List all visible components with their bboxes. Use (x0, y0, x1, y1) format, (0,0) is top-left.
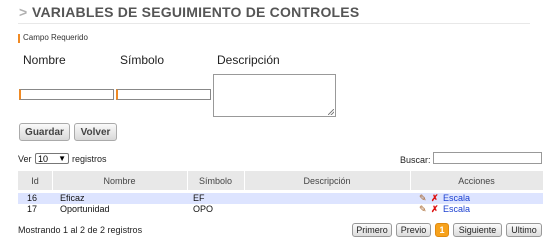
page-size-suffix: registros (72, 154, 107, 164)
required-note: Campo Requerido (23, 33, 88, 42)
row-id: 17 (27, 204, 38, 214)
column-header-simbolo[interactable]: Símbolo (187, 171, 244, 190)
back-button[interactable]: Volver (74, 123, 117, 141)
delete-x-icon[interactable]: ✗ (431, 193, 439, 204)
column-divider (187, 171, 188, 190)
search-input[interactable] (433, 152, 542, 164)
row-nombre: Eficaz (60, 193, 85, 203)
nombre-label: Nombre (23, 53, 66, 67)
save-button[interactable]: Guardar (19, 123, 70, 141)
page-size-select[interactable]: 10 ▼ (35, 153, 69, 164)
descripcion-label: Descripción (217, 53, 280, 67)
page-title: VARIABLES DE SEGUIMIENTO DE CONTROLES (32, 4, 360, 20)
required-marker (18, 34, 20, 43)
row-simbolo: OPO (193, 204, 214, 214)
row-id: 16 (27, 193, 38, 203)
column-header-nombre[interactable]: Nombre (52, 171, 187, 190)
title-arrow: > (19, 4, 28, 20)
escala-link[interactable]: Escala (443, 193, 470, 204)
prev-page-button[interactable]: Previo (396, 223, 431, 237)
nombre-input[interactable] (19, 89, 114, 100)
escala-link[interactable]: Escala (443, 204, 470, 215)
first-page-button[interactable]: Primero (352, 223, 392, 237)
column-divider (410, 171, 411, 190)
last-page-button[interactable]: Ultimo (506, 223, 542, 237)
column-header-descripcion[interactable]: Descripción (244, 171, 410, 190)
row-nombre: Oportunidad (60, 204, 110, 214)
page-size-prefix: Ver (18, 154, 32, 164)
resize-grip-icon[interactable] (328, 109, 334, 115)
next-page-button[interactable]: Siguiente (453, 223, 502, 237)
pencil-icon[interactable]: ✎ (419, 193, 427, 204)
pencil-icon[interactable]: ✎ (419, 204, 427, 215)
column-divider (52, 171, 53, 190)
simbolo-input[interactable] (116, 89, 211, 100)
column-header-acciones: Acciones (458, 175, 495, 186)
search-label: Buscar: (400, 155, 431, 165)
table-info: Mostrando 1 al 2 de 2 registros (18, 225, 143, 235)
chevron-down-icon: ▼ (58, 154, 66, 163)
descripcion-textarea[interactable] (213, 74, 336, 117)
row-simbolo: EF (193, 193, 205, 203)
column-header-id[interactable]: Id (18, 171, 52, 190)
delete-x-icon[interactable]: ✗ (431, 204, 439, 215)
page-size-value: 10 (38, 153, 49, 164)
column-divider (244, 171, 245, 190)
current-page-button[interactable]: 1 (435, 223, 449, 237)
simbolo-label: Símbolo (120, 53, 165, 67)
